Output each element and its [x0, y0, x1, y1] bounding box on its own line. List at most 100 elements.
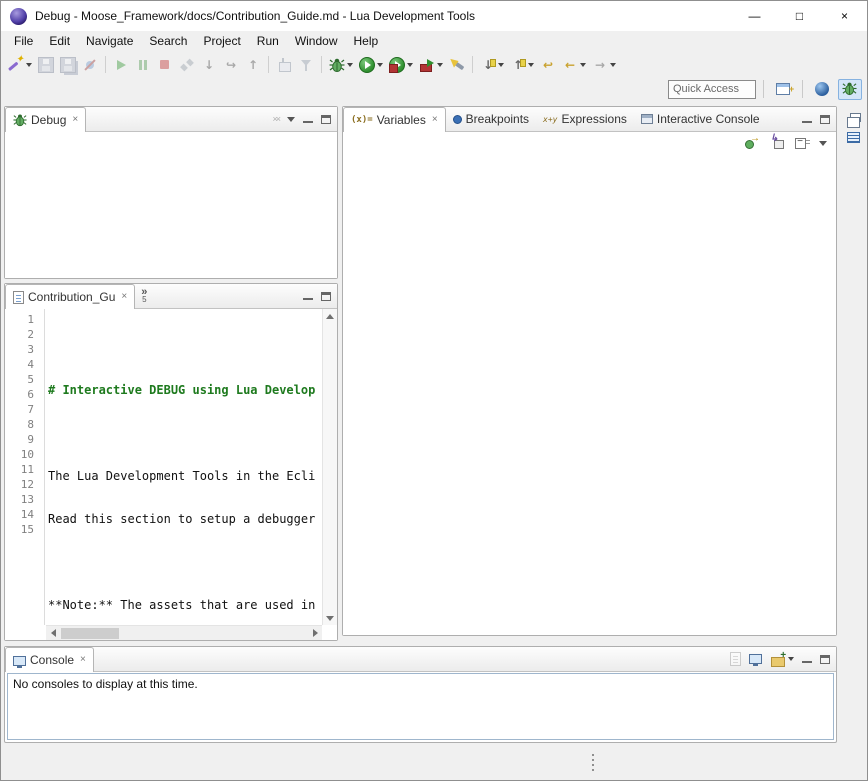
open-console-dropdown-icon[interactable] — [788, 657, 794, 661]
menu-project[interactable]: Project — [195, 32, 248, 51]
external-tools-dropdown-icon[interactable] — [437, 63, 443, 67]
titlebar: Debug - Moose_Framework/docs/Contributio… — [1, 1, 867, 31]
use-step-filters-button[interactable] — [295, 54, 317, 76]
skip-all-breakpoints-button[interactable] — [79, 54, 101, 76]
console-maximize-icon[interactable] — [820, 655, 830, 664]
new-wizard-button[interactable] — [5, 54, 35, 76]
sash-handle[interactable] — [592, 754, 594, 756]
coverage-button[interactable] — [386, 54, 416, 76]
next-annotation-button[interactable]: ↓ — [477, 54, 507, 76]
disconnect-icon — [179, 57, 195, 73]
editor-horizontal-scrollbar[interactable] — [46, 625, 322, 640]
editor-text-area[interactable]: # Interactive DEBUG using Lua Develop Th… — [46, 309, 322, 625]
open-perspective-icon — [776, 83, 790, 95]
next-annotation-dropdown-icon[interactable] — [498, 63, 504, 67]
editor-vertical-scrollbar[interactable] — [322, 309, 337, 625]
forward-dropdown-icon[interactable] — [610, 63, 616, 67]
editor-maximize-icon[interactable] — [321, 292, 331, 301]
run-button[interactable] — [356, 54, 386, 76]
maximize-button[interactable]: □ — [777, 1, 822, 31]
tab-debug[interactable]: Debug × — [5, 107, 86, 132]
menu-search[interactable]: Search — [141, 32, 195, 51]
window-controls: — □ × — [732, 1, 867, 31]
debug-dropdown-icon[interactable] — [347, 63, 353, 67]
step-over-button[interactable]: ↪ — [220, 54, 242, 76]
toolbar-separator — [472, 56, 473, 73]
console-message: No consoles to display at this time. — [13, 677, 198, 691]
tab-console[interactable]: Console × — [5, 647, 94, 672]
debug-perspective-button[interactable] — [838, 79, 862, 100]
close-button[interactable]: × — [822, 1, 867, 31]
horizontal-scroll-thumb[interactable] — [61, 628, 119, 639]
save-all-button[interactable] — [57, 54, 79, 76]
editor-tab-overflow[interactable]: » 5 — [135, 284, 153, 308]
tab-breakpoints[interactable]: Breakpoints — [446, 107, 536, 131]
variables-view-maximize-icon[interactable] — [820, 115, 830, 124]
menu-help[interactable]: Help — [346, 32, 387, 51]
editor-line: The Lua Development Tools in the Ecli — [46, 469, 322, 484]
suspend-button[interactable] — [132, 54, 154, 76]
tab-debug-close-icon[interactable]: × — [72, 115, 78, 125]
menu-run[interactable]: Run — [249, 32, 287, 51]
minimize-button[interactable]: — — [732, 1, 777, 31]
search-button[interactable] — [446, 54, 468, 76]
scroll-up-icon[interactable] — [323, 309, 337, 323]
open-console-button[interactable] — [770, 652, 794, 667]
show-logical-structure-icon[interactable] — [744, 135, 760, 151]
scroll-down-icon[interactable] — [323, 611, 337, 625]
editor-line — [46, 555, 322, 570]
collapse-all-icon[interactable] — [794, 135, 810, 151]
disconnect-button[interactable] — [176, 54, 198, 76]
forward-button[interactable]: → — [589, 54, 619, 76]
variables-view-minimize-icon[interactable] — [802, 115, 812, 124]
editor-body[interactable]: 1 2 3 4 5 6 7 8 9 10 11 12 13 14 15 # In… — [5, 309, 337, 640]
add-to-expressions-icon[interactable] — [769, 135, 785, 151]
debug-view-maximize-icon[interactable] — [321, 115, 331, 124]
display-selected-console-icon[interactable] — [749, 654, 762, 664]
ldt-perspective-button[interactable] — [810, 79, 834, 100]
coverage-dropdown-icon[interactable] — [407, 63, 413, 67]
remove-all-terminated-icon[interactable]: ×× — [272, 114, 279, 124]
run-dropdown-icon[interactable] — [377, 63, 383, 67]
tab-variables-close-icon[interactable]: × — [432, 115, 438, 125]
tab-interactive-console[interactable]: Interactive Console — [634, 107, 767, 131]
restore-views-icon[interactable] — [850, 113, 861, 122]
scroll-left-icon[interactable] — [46, 626, 60, 640]
open-console-log-icon[interactable] — [730, 652, 741, 666]
tab-editor-close-icon[interactable]: × — [121, 292, 127, 302]
step-over-icon: ↪ — [223, 57, 239, 73]
console-minimize-icon[interactable] — [802, 655, 812, 664]
debug-view-menu-icon[interactable] — [287, 117, 295, 122]
external-tools-button[interactable] — [416, 54, 446, 76]
menu-file[interactable]: File — [6, 32, 41, 51]
variables-view-menu-icon[interactable] — [819, 141, 827, 146]
menu-navigate[interactable]: Navigate — [78, 32, 141, 51]
last-edit-location-button[interactable]: ↩ — [537, 54, 559, 76]
tab-editor-contribution-guide[interactable]: Contribution_Gu × — [5, 284, 135, 309]
menu-edit[interactable]: Edit — [41, 32, 78, 51]
save-button[interactable] — [35, 54, 57, 76]
debug-view-minimize-icon[interactable] — [303, 115, 313, 124]
tab-expressions[interactable]: x+y Expressions — [536, 107, 634, 131]
quick-access-input[interactable] — [668, 80, 756, 99]
tab-variables[interactable]: (x)= Variables × — [343, 107, 446, 132]
minimized-view-icon[interactable] — [847, 132, 860, 143]
drop-to-frame-button[interactable] — [273, 54, 295, 76]
editor-line-heading: # Interactive DEBUG using Lua Develop — [46, 383, 322, 398]
step-return-button[interactable]: ↑ — [242, 54, 264, 76]
previous-annotation-dropdown-icon[interactable] — [528, 63, 534, 67]
editor-minimize-icon[interactable] — [303, 292, 313, 301]
step-into-button[interactable]: ↓ — [198, 54, 220, 76]
back-dropdown-icon[interactable] — [580, 63, 586, 67]
new-dropdown-icon[interactable] — [26, 63, 32, 67]
menu-window[interactable]: Window — [287, 32, 346, 51]
debug-button[interactable] — [326, 54, 356, 76]
terminate-button[interactable] — [154, 54, 176, 76]
scroll-right-icon[interactable] — [308, 626, 322, 640]
back-button[interactable]: ← — [559, 54, 589, 76]
resume-button[interactable] — [110, 54, 132, 76]
tab-console-close-icon[interactable]: × — [80, 655, 86, 665]
previous-annotation-button[interactable]: ↑ — [507, 54, 537, 76]
open-perspective-button[interactable] — [771, 79, 795, 100]
toolbar-separator — [105, 56, 106, 73]
